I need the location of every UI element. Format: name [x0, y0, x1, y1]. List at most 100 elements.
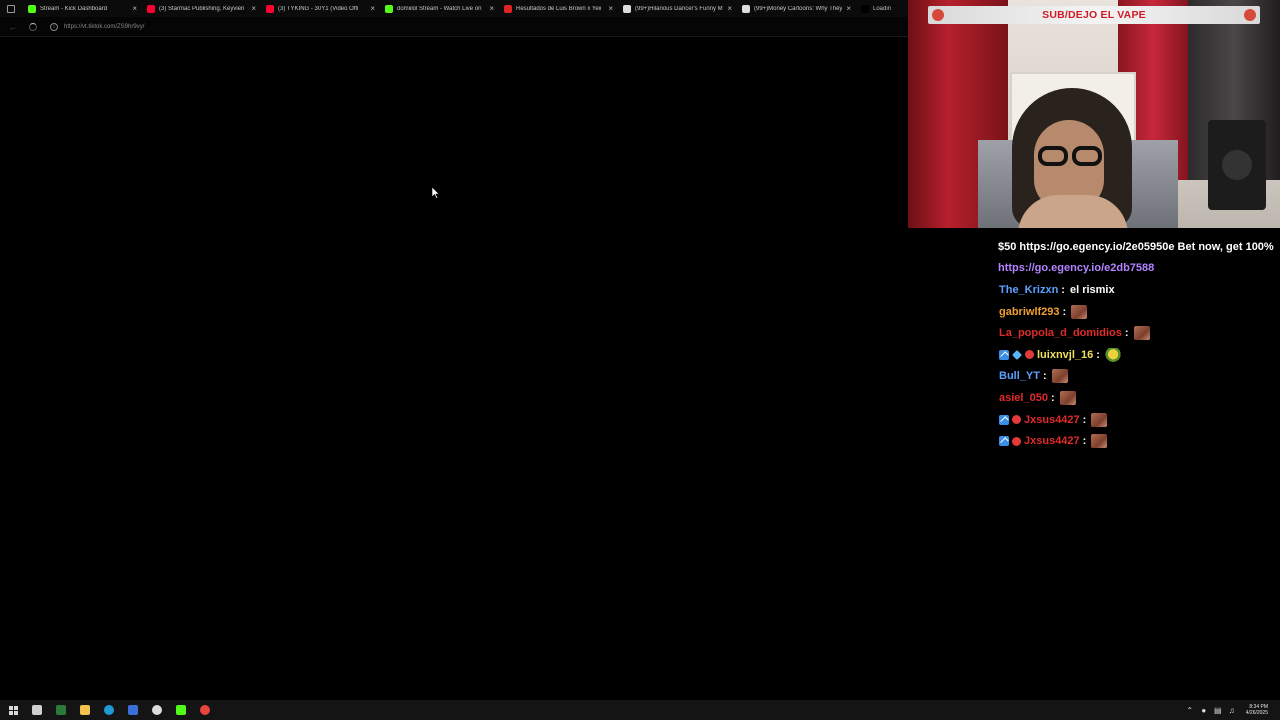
- taskbar: ⌃ ● ▤ ♫ 8:34 PM 4/26/2025: [0, 700, 1280, 720]
- browser-tab[interactable]: (3) TYKING - 30Y1 (Video Offi ×: [260, 0, 379, 17]
- snipping-tool-taskbar-button[interactable]: [126, 703, 140, 717]
- url-text[interactable]: https://vt.tiktok.com/ZS9hr9vy/: [64, 24, 144, 30]
- task-view-taskbar-button[interactable]: [30, 703, 44, 717]
- tab-title: (3) TYKING - 30Y1 (Video Offi: [278, 5, 359, 12]
- chat-username[interactable]: Jxsus4427: [1024, 414, 1080, 426]
- chat-separator: :: [1050, 391, 1055, 404]
- chat-username[interactable]: asiel_050: [999, 392, 1048, 404]
- address-bar: ← i https://vt.tiktok.com/ZS9hr9vy/: [0, 17, 908, 37]
- kick-taskbar-button[interactable]: [174, 703, 188, 717]
- tab-close-icon[interactable]: ×: [370, 4, 375, 13]
- obs-taskbar-button[interactable]: [150, 703, 164, 717]
- volume-icon[interactable]: ♫: [1228, 706, 1236, 715]
- chat-message: $50 https://go.egency.io/2e05950e Bet no…: [996, 236, 1280, 258]
- chat-separator: :: [1096, 348, 1100, 361]
- microphone-icon[interactable]: ●: [1200, 706, 1208, 715]
- chat-separator: :: [1062, 305, 1067, 318]
- url-field[interactable]: i https://vt.tiktok.com/ZS9hr9vy/: [50, 20, 590, 34]
- chat-message: gabriwlf293:: [996, 301, 1280, 323]
- edge-taskbar-button[interactable]: [102, 703, 116, 717]
- rec-badge-icon: [1025, 350, 1034, 360]
- chat-message: luixnvjl_16:: [996, 344, 1280, 366]
- system-tray: ⌃ ● ▤ ♫ 8:34 PM 4/26/2025: [1186, 700, 1268, 720]
- tab-close-icon[interactable]: ×: [132, 4, 137, 13]
- chat-link[interactable]: https://go.egency.io/e2db7588: [998, 262, 1154, 274]
- file-explorer-icon: [80, 705, 90, 715]
- page-viewport[interactable]: [0, 37, 908, 700]
- chat-username[interactable]: The_Krizxn: [999, 284, 1058, 296]
- chat-username[interactable]: La_popola_d_domidios: [999, 327, 1122, 339]
- terminal-taskbar-button[interactable]: [54, 703, 68, 717]
- clock[interactable]: 8:34 PM 4/26/2025: [1246, 704, 1268, 716]
- browser-tab[interactable]: Resultados de Luis Brown x Yeii ×: [498, 0, 617, 17]
- face-emote-icon: [1091, 412, 1108, 427]
- browser-tab[interactable]: (3) Starmac Publishing, Keyvien ×: [141, 0, 260, 17]
- browser-tab[interactable]: domiilol Stream - Watch Live on ×: [379, 0, 498, 17]
- terminal-icon: [56, 705, 66, 715]
- windows-logo-icon: [8, 705, 18, 715]
- face-emote-icon: [1051, 369, 1068, 384]
- chat-username[interactable]: luixnvjl_16: [1037, 349, 1093, 361]
- tab-favicon-icon: [266, 4, 274, 13]
- tab-title: (3) Starmac Publishing, Keyvien: [159, 5, 245, 12]
- chat-separator: :: [1061, 283, 1065, 296]
- edge-icon: [104, 705, 114, 715]
- tab-favicon-icon: [504, 4, 512, 13]
- gem-badge-icon: [1012, 349, 1022, 360]
- browser-tab[interactable]: Stream - Kick Dashboard ×: [22, 0, 141, 17]
- chat-message-text: el rismix: [1069, 283, 1115, 296]
- chat-message: https://go.egency.io/e2db7588: [996, 258, 1280, 280]
- chrome-icon: [200, 705, 210, 715]
- tab-close-icon[interactable]: ×: [251, 4, 256, 13]
- clock-date: 4/26/2025: [1245, 710, 1268, 716]
- chat-message: asiel_050:: [996, 387, 1280, 409]
- tab-close-icon[interactable]: ×: [846, 4, 851, 13]
- tab-title: Loading...: [873, 5, 891, 12]
- site-info-icon[interactable]: i: [50, 22, 58, 31]
- browser-tab[interactable]: (99+)Money Cartoons: Why They ×: [736, 0, 855, 17]
- tab-title: Stream - Kick Dashboard: [40, 5, 108, 12]
- taskbar-apps: [20, 703, 212, 717]
- tab-close-icon[interactable]: ×: [489, 4, 494, 13]
- tab-strip: Stream - Kick Dashboard × (3) Starmac Publ…: [22, 0, 895, 17]
- face-emote-icon: [1091, 434, 1108, 449]
- window-menu-icon[interactable]: [0, 0, 22, 17]
- chat-message: Jxsus4427:: [996, 409, 1280, 431]
- pin-badge-icon: [999, 414, 1009, 425]
- task-view-icon: [32, 705, 42, 715]
- stream-banner: SUB/DEJO EL VAPE: [928, 6, 1260, 24]
- face-emote-icon: [1059, 390, 1076, 405]
- tab-favicon-icon: [623, 4, 631, 13]
- chevron-up-icon[interactable]: ⌃: [1186, 706, 1194, 715]
- chrome-taskbar-button[interactable]: [198, 703, 212, 717]
- chat-username[interactable]: gabriwlf293: [999, 306, 1060, 318]
- chat-username[interactable]: Bull_YT: [999, 370, 1040, 382]
- tab-title: (99+)Money Cartoons: Why They: [754, 5, 843, 12]
- chat-overlay: $50 https://go.egency.io/2e05950e Bet no…: [996, 236, 1280, 452]
- network-icon[interactable]: ▤: [1214, 706, 1222, 715]
- pin-badge-icon: [999, 349, 1009, 360]
- start-button[interactable]: [6, 703, 20, 717]
- kick-icon: [176, 705, 186, 715]
- browser-tab[interactable]: (99+)Hilarious Dancer's Funny M ×: [617, 0, 736, 17]
- browser-tab[interactable]: Loading...: [855, 0, 895, 17]
- chat-message: Jxsus4427:: [996, 430, 1280, 452]
- chat-message: Bull_YT:: [996, 366, 1280, 388]
- chat-separator: :: [1124, 327, 1129, 340]
- face-emote-icon: [1133, 326, 1150, 341]
- loading-spinner-icon[interactable]: [26, 20, 40, 34]
- file-explorer-taskbar-button[interactable]: [78, 703, 92, 717]
- webcam-overlay: SUB/DEJO EL VAPE: [908, 0, 1280, 228]
- chat-separator: :: [1082, 413, 1087, 426]
- pin-badge-icon: [999, 436, 1009, 447]
- mouse-cursor-icon: [432, 187, 440, 199]
- tab-bar: Stream - Kick Dashboard × (3) Starmac Publ…: [0, 0, 908, 17]
- tab-title: domiilol Stream - Watch Live on: [397, 5, 482, 12]
- tab-title: (99+)Hilarious Dancer's Funny M: [635, 5, 723, 12]
- tab-close-icon[interactable]: ×: [608, 4, 613, 13]
- tab-close-icon[interactable]: ×: [727, 4, 732, 13]
- back-arrow-icon[interactable]: ←: [6, 20, 20, 34]
- chat-separator: :: [1042, 370, 1047, 383]
- face-emote-icon: [1071, 304, 1088, 319]
- chat-username[interactable]: Jxsus4427: [1024, 435, 1080, 447]
